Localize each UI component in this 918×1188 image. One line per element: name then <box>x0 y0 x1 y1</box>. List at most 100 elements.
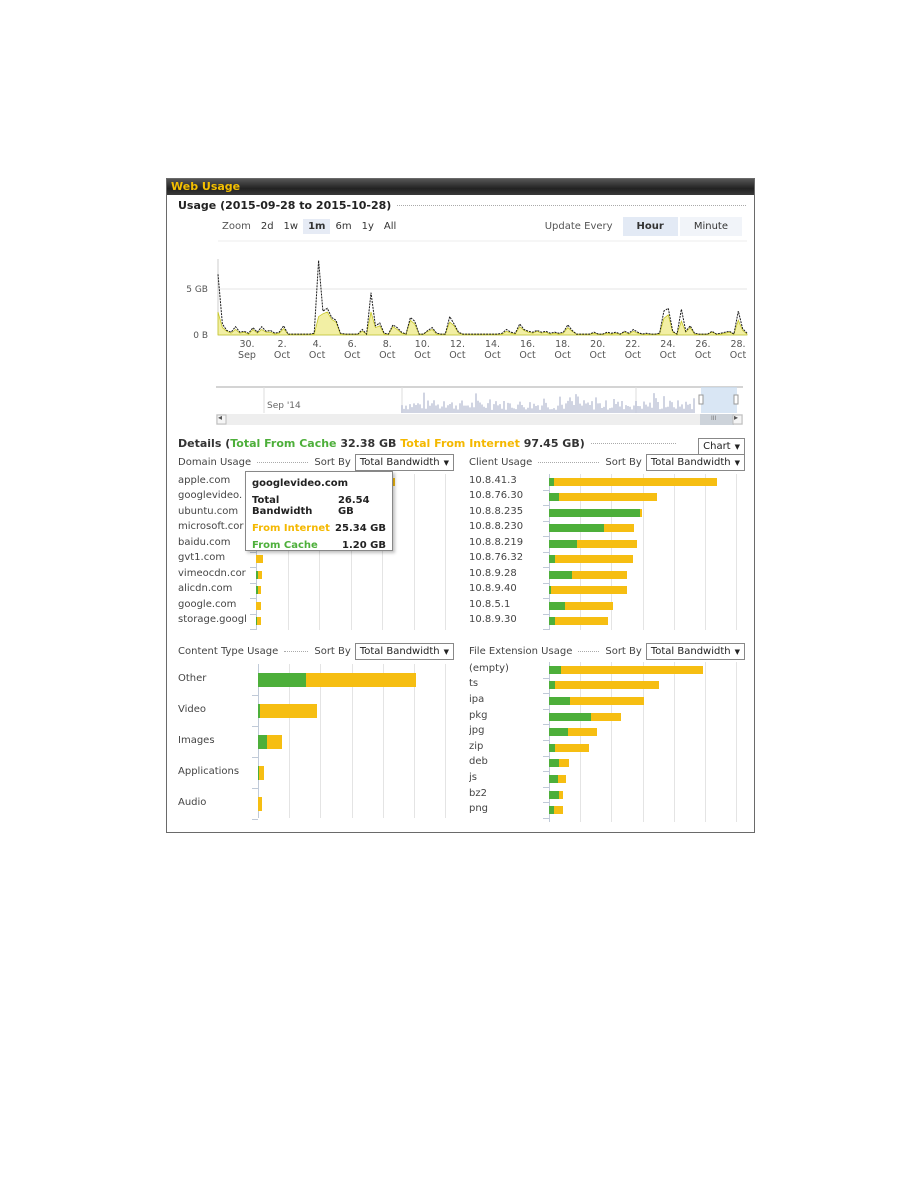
bar-from-internet[interactable] <box>257 586 262 595</box>
bar-from-internet[interactable] <box>267 734 283 749</box>
category-label: js <box>469 772 477 783</box>
total-internet-value: 97.45 GB <box>523 437 580 450</box>
category-label: 10.8.8.230 <box>469 521 524 533</box>
zoom-6m-button[interactable]: 6m <box>330 219 356 234</box>
bar-from-cache[interactable] <box>549 665 561 674</box>
bar-from-internet[interactable] <box>259 703 317 718</box>
navigator-scrollbar-track[interactable] <box>216 414 743 425</box>
bar-from-cache[interactable] <box>549 728 568 737</box>
details-view-select[interactable]: Chart ▼ <box>698 438 745 455</box>
tooltip-row-internet: From Internet 25.34 GB <box>252 523 386 534</box>
bar-from-internet[interactable] <box>564 601 614 610</box>
domain-usage-header: Domain Usage Sort By Total Bandwidth ▼ <box>178 454 454 471</box>
bar-from-cache[interactable] <box>549 508 641 517</box>
divider <box>397 205 746 206</box>
client-sort-select[interactable]: Total Bandwidth ▼ <box>645 454 745 471</box>
bar-from-internet[interactable] <box>551 586 627 595</box>
navigator-selection[interactable] <box>701 387 737 413</box>
bar-from-internet[interactable] <box>559 790 564 799</box>
sort-by-label: Sort By <box>605 646 642 657</box>
bar-from-cache[interactable] <box>549 524 605 533</box>
bar-from-internet[interactable] <box>557 775 566 783</box>
bar-from-internet[interactable] <box>591 712 622 721</box>
navigator-handle-left[interactable] <box>698 394 704 405</box>
x-tick-label: 18. <box>555 339 570 350</box>
grid-line <box>673 662 675 822</box>
x-tick-label: Oct <box>414 350 431 361</box>
x-tick-label: 20. <box>590 339 605 350</box>
bar-from-cache[interactable] <box>549 493 560 502</box>
bar-from-cache[interactable] <box>549 601 565 610</box>
domain-sort-select[interactable]: Total Bandwidth ▼ <box>354 454 454 471</box>
bar-from-internet[interactable] <box>257 570 262 579</box>
bar-from-cache[interactable] <box>549 759 560 768</box>
bar-from-internet[interactable] <box>554 477 718 486</box>
grid-line <box>445 664 446 818</box>
file-extension-sort-select[interactable]: Total Bandwidth ▼ <box>645 643 745 660</box>
chevron-down-icon: ▼ <box>443 458 449 467</box>
bar-from-internet[interactable] <box>258 796 263 811</box>
bar-from-internet[interactable] <box>559 759 569 768</box>
bar-from-internet[interactable] <box>306 672 417 687</box>
grid-line <box>736 474 737 630</box>
sort-by-label: Sort By <box>605 457 642 468</box>
bar-from-internet[interactable] <box>571 570 627 579</box>
axis-tick <box>252 757 258 758</box>
zoom-1w-button[interactable]: 1w <box>279 219 304 234</box>
y-tick-label: 5 GB <box>186 285 208 295</box>
bar-from-internet[interactable] <box>256 601 261 610</box>
bar-from-internet[interactable] <box>560 665 703 674</box>
grid-line <box>445 474 446 630</box>
bar-from-internet[interactable] <box>256 617 262 626</box>
update-hour-button[interactable]: Hour <box>622 217 678 236</box>
client-usage-chart[interactable]: 10.8.41.3 10.8.76.30 10.8.8.235 10.8.8.230 1… <box>469 474 744 630</box>
scroll-left-arrow-icon: ◂ <box>218 413 223 422</box>
category-label: microsoft.cor <box>178 521 244 533</box>
internet-area-series <box>217 311 748 336</box>
bar-from-cache[interactable] <box>258 672 307 687</box>
bar-from-internet[interactable] <box>554 681 660 690</box>
category-label: 10.8.41.3 <box>469 474 517 486</box>
bar-from-cache[interactable] <box>549 570 572 579</box>
zoom-all-button[interactable]: All <box>379 219 401 234</box>
bar-from-cache[interactable] <box>549 539 578 548</box>
navigator-scrollbar-thumb[interactable] <box>700 414 734 425</box>
bar-from-internet[interactable] <box>555 743 589 752</box>
zoom-bar: Zoom 2d 1w 1m 6m 1y All <box>217 219 401 234</box>
bar-from-cache[interactable] <box>549 790 560 799</box>
axis-tick <box>252 726 258 727</box>
chevron-down-icon: ▼ <box>443 647 449 656</box>
zoom-1m-button[interactable]: 1m <box>303 219 331 234</box>
bar-from-internet[interactable] <box>258 765 265 780</box>
bar-from-internet[interactable] <box>555 617 609 626</box>
category-label: alicdn.com <box>178 583 233 595</box>
axis-tick <box>252 788 258 789</box>
scrollbar-grip-icon: III <box>711 415 717 422</box>
zoom-2d-button[interactable]: 2d <box>256 219 279 234</box>
bar-from-internet[interactable] <box>570 697 645 705</box>
divider <box>284 651 309 652</box>
navigator-handle-right[interactable] <box>733 394 739 405</box>
bar-from-cache[interactable] <box>549 697 571 705</box>
content-type-usage-chart[interactable]: Other Video Images Applications Audio <box>178 664 453 820</box>
category-label: Video <box>178 703 207 715</box>
content-type-sort-select[interactable]: Total Bandwidth ▼ <box>354 643 454 660</box>
bar-from-internet[interactable] <box>554 806 563 815</box>
divider <box>578 651 600 652</box>
bar-from-internet[interactable] <box>567 728 598 737</box>
bar-from-internet[interactable] <box>555 555 634 564</box>
bar-from-internet[interactable] <box>640 508 643 517</box>
bar-from-internet[interactable] <box>604 524 635 533</box>
bar-from-internet[interactable] <box>577 539 638 548</box>
tooltip-row-total: Total Bandwidth 26.54 GB <box>252 495 386 517</box>
bar-from-internet[interactable] <box>256 555 264 564</box>
bar-from-cache[interactable] <box>258 734 268 749</box>
time-navigator[interactable]: Sep '14 ◂ ▸ III <box>216 385 743 427</box>
update-minute-button[interactable]: Minute <box>679 217 742 236</box>
sort-value: Total Bandwidth <box>650 646 731 657</box>
bar-from-cache[interactable] <box>549 775 558 783</box>
bar-from-internet[interactable] <box>559 493 658 502</box>
zoom-1y-button[interactable]: 1y <box>357 219 379 234</box>
bar-from-cache[interactable] <box>549 712 592 721</box>
file-extension-usage-chart[interactable]: (empty) ts ipa pkg jpg zip deb js bz2 png <box>469 662 744 822</box>
